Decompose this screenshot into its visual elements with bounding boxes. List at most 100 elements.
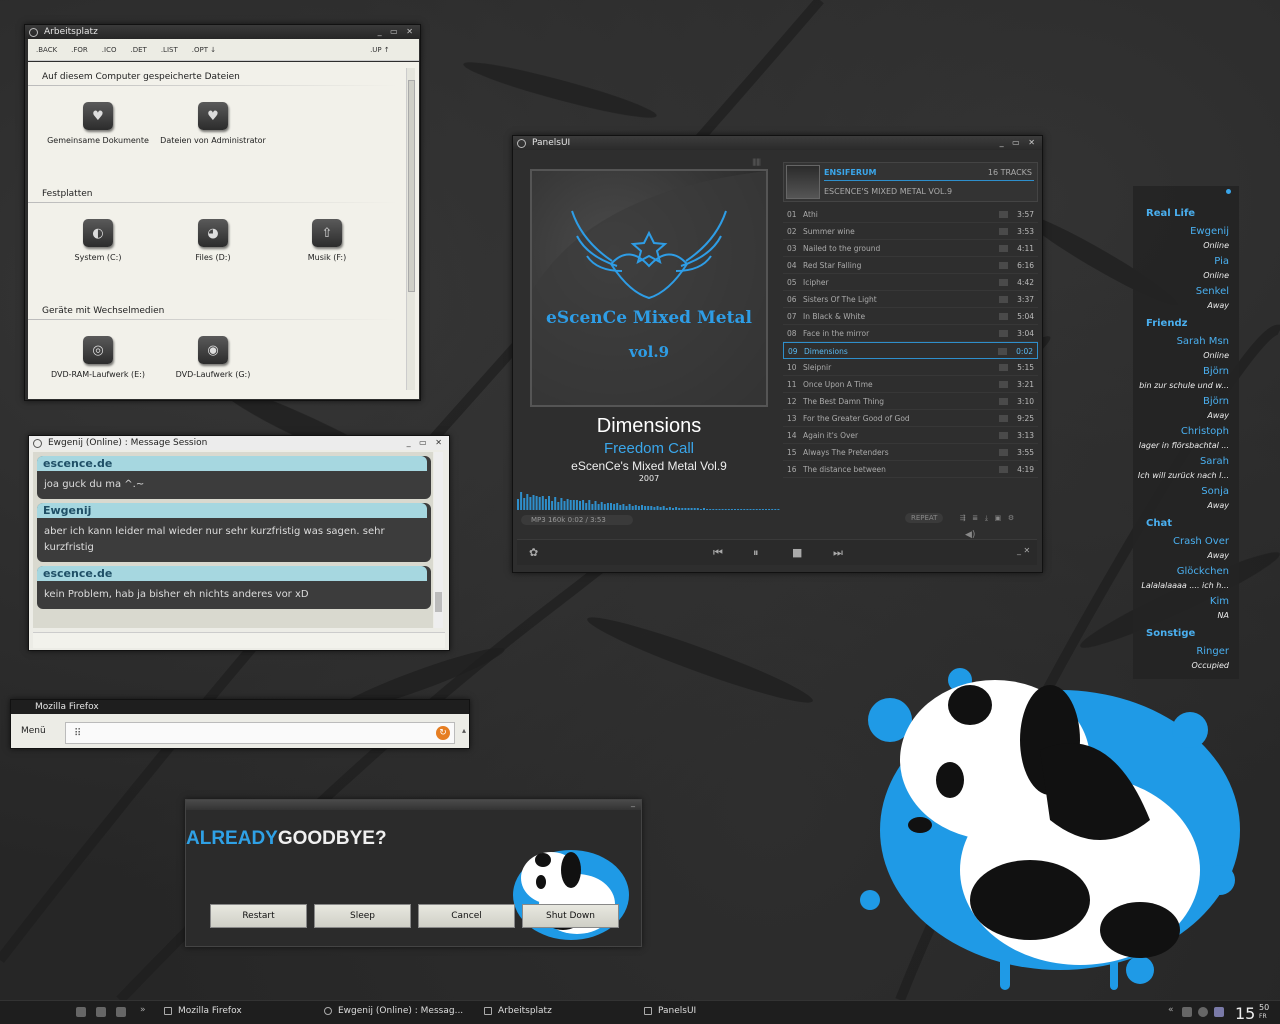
back-button[interactable]: .BACK <box>36 46 57 54</box>
playlist-track[interactable]: 04 Red Star Falling 6:16 <box>783 257 1038 274</box>
shutdown-button[interactable]: Shut Down <box>522 904 619 928</box>
contact-name[interactable]: Björn <box>1203 396 1229 407</box>
contact-name[interactable]: Sarah Msn <box>1177 336 1229 347</box>
contact-group-header[interactable]: Friendz <box>1146 318 1187 329</box>
player-titlebar[interactable]: PanelsUI _ ▭ ✕ <box>513 136 1042 150</box>
track-rating-box[interactable] <box>999 279 1008 286</box>
playlist-icon[interactable]: ≣ <box>972 514 978 522</box>
track-rating-box[interactable] <box>999 364 1008 371</box>
track-rating-box[interactable] <box>999 262 1008 269</box>
firefox-menu[interactable]: Menü <box>21 726 46 736</box>
contact-group-header[interactable]: Sonstige <box>1146 628 1195 639</box>
track-rating-box[interactable] <box>999 296 1008 303</box>
track-rating-box[interactable] <box>998 348 1007 355</box>
contact-group-header[interactable]: Chat <box>1146 518 1172 529</box>
explorer-titlebar[interactable]: Arbeitsplatz _ ▭ ✕ <box>25 25 420 39</box>
contact-name[interactable]: Christoph <box>1181 426 1229 437</box>
contact-name[interactable]: Pia <box>1214 256 1229 267</box>
quicklaunch-icon[interactable] <box>76 1007 86 1017</box>
task-explorer[interactable]: Arbeitsplatz <box>484 1006 552 1016</box>
track-rating-box[interactable] <box>999 211 1008 218</box>
forward-button[interactable]: .FOR <box>71 46 88 54</box>
playlist-track[interactable]: 01 Athi 3:57 <box>783 206 1038 223</box>
shuffle-icon[interactable]: ⇶ <box>960 514 966 522</box>
up-button[interactable]: .UP ↑ <box>370 46 390 54</box>
playlist-track[interactable]: 06 Sisters Of The Light 3:37 <box>783 291 1038 308</box>
dvd-drive-item[interactable]: ◉ DVD-Laufwerk (G:) <box>158 336 268 379</box>
repeat-button[interactable]: REPEAT <box>905 513 944 523</box>
track-rating-box[interactable] <box>999 330 1008 337</box>
contact-name[interactable]: Senkel <box>1196 286 1229 297</box>
playlist-track[interactable]: 07 In Black & White 5:04 <box>783 308 1038 325</box>
playlist-track[interactable]: 11 Once Upon A Time 3:21 <box>783 376 1038 393</box>
playlist-track[interactable]: 16 The distance between 4:19 <box>783 461 1038 478</box>
quicklaunch-icon[interactable] <box>116 1007 126 1017</box>
details-view-button[interactable]: .DET <box>130 46 146 54</box>
shared-documents-item[interactable]: ♥ Gemeinsame Dokumente <box>43 102 153 145</box>
track-rating-box[interactable] <box>999 398 1008 405</box>
playlist-track[interactable]: 12 The Best Damn Thing 3:10 <box>783 393 1038 410</box>
contact-name[interactable]: Glöckchen <box>1177 566 1229 577</box>
track-rating-box[interactable] <box>999 228 1008 235</box>
dropdown-arrow-icon[interactable]: ▴ <box>462 726 466 735</box>
task-chat[interactable]: Ewgenij (Online) : Messag... <box>324 1006 463 1016</box>
playlist-track[interactable]: 10 Sleipnir 5:15 <box>783 359 1038 376</box>
lock-icon[interactable]: ▣ <box>995 514 1002 522</box>
contact-name[interactable]: Björn <box>1203 366 1229 377</box>
files-drive-item[interactable]: ◕ Files (D:) <box>158 219 268 262</box>
track-rating-box[interactable] <box>999 415 1008 422</box>
track-rating-box[interactable] <box>999 432 1008 439</box>
playlist-track[interactable]: 02 Summer wine 3:53 <box>783 223 1038 240</box>
gear-icon[interactable]: ⚙ <box>1008 514 1014 522</box>
previous-icon[interactable]: ⏮ <box>713 546 723 560</box>
admin-files-item[interactable]: ♥ Dateien von Administrator <box>158 102 268 145</box>
stop-icon[interactable]: ■ <box>792 546 802 559</box>
clock-hour[interactable]: 15 <box>1235 1004 1255 1023</box>
track-rating-box[interactable] <box>999 466 1008 473</box>
track-rating-box[interactable] <box>999 449 1008 456</box>
list-view-button[interactable]: .LIST <box>161 46 178 54</box>
music-drive-item[interactable]: ⇧ Musik (F:) <box>272 219 382 262</box>
message-input[interactable] <box>33 632 445 648</box>
playlist-track[interactable]: 05 Icipher 4:42 <box>783 274 1038 291</box>
tray-icon[interactable] <box>1182 1007 1192 1017</box>
vertical-scrollbar[interactable] <box>406 68 415 390</box>
playlist-track[interactable]: 03 Nailed to the ground 4:11 <box>783 240 1038 257</box>
panda-logo-icon[interactable]: ✿ <box>529 546 538 559</box>
contact-name[interactable]: Ewgenij <box>1190 226 1229 237</box>
scroll-thumb[interactable] <box>408 80 415 292</box>
window-controls[interactable]: _ ▭ ✕ <box>378 27 416 36</box>
resize-grip-icon[interactable]: |||||| <box>752 158 761 166</box>
dialog-titlebar[interactable]: _ <box>186 798 641 810</box>
quicklaunch-icon[interactable] <box>96 1007 106 1017</box>
sleep-button[interactable]: Sleep <box>314 904 411 928</box>
chat-titlebar[interactable]: Ewgenij (Online) : Message Session _ ▭ ✕ <box>29 436 449 450</box>
tray-expand-icon[interactable]: « <box>1168 1005 1174 1015</box>
next-icon[interactable]: ⏭ <box>833 546 843 560</box>
firefox-titlebar[interactable]: Mozilla Firefox <box>11 700 469 714</box>
playlist-track[interactable]: 15 Always The Pretenders 3:55 <box>783 444 1038 461</box>
window-controls[interactable]: _ ✕ <box>1017 546 1030 555</box>
options-button[interactable]: .OPT ↓ <box>192 46 216 54</box>
track-rating-box[interactable] <box>999 313 1008 320</box>
chat-scrollbar[interactable] <box>434 452 443 628</box>
track-rating-box[interactable] <box>999 245 1008 252</box>
playlist-track[interactable]: 08 Face in the mirror 3:04 <box>783 325 1038 342</box>
reload-icon[interactable]: ↻ <box>436 726 450 740</box>
pause-icon[interactable]: ⏸ <box>753 546 759 560</box>
scroll-thumb[interactable] <box>435 592 442 612</box>
playlist-track[interactable]: 13 For the Greater Good of God 9:25 <box>783 410 1038 427</box>
contact-name[interactable]: Crash Over <box>1173 536 1229 547</box>
tray-icon[interactable] <box>1198 1007 1208 1017</box>
download-icon[interactable]: ⤓ <box>985 514 988 522</box>
contact-name[interactable]: Ringer <box>1196 646 1229 657</box>
contact-group-header[interactable]: Real Life <box>1146 208 1195 219</box>
task-firefox[interactable]: Mozilla Firefox <box>164 1006 242 1016</box>
system-drive-item[interactable]: ◐ System (C:) <box>43 219 153 262</box>
window-controls[interactable]: _ ▭ ✕ <box>407 438 445 447</box>
contact-name[interactable]: Sonja <box>1201 486 1229 497</box>
restart-button[interactable]: Restart <box>210 904 307 928</box>
task-player[interactable]: PanelsUI <box>644 1006 696 1016</box>
playlist-track[interactable]: 14 Again it's Over 3:13 <box>783 427 1038 444</box>
track-rating-box[interactable] <box>999 381 1008 388</box>
